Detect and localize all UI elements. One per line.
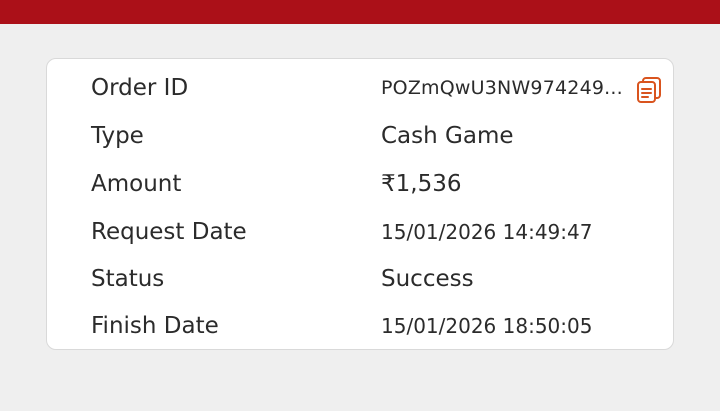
status-value: Success <box>381 266 474 292</box>
request-date-row: Request Date 15/01/2026 14:49:47 <box>47 208 673 256</box>
status-label: Status <box>91 266 165 292</box>
order-id-value: POZmQwU3NW974249... <box>381 77 623 99</box>
copy-icon[interactable] <box>635 76 663 104</box>
request-date-label: Request Date <box>91 219 247 245</box>
request-date-value: 15/01/2026 14:49:47 <box>381 220 593 244</box>
type-label: Type <box>91 123 144 149</box>
finish-date-value: 15/01/2026 18:50:05 <box>381 314 593 338</box>
amount-row: Amount ₹1,536 <box>47 160 673 208</box>
finish-date-row: Finish Date 15/01/2026 18:50:05 <box>47 302 673 350</box>
type-value: Cash Game <box>381 123 514 149</box>
amount-value: ₹1,536 <box>381 171 462 197</box>
order-id-row: Order ID POZmQwU3NW974249... <box>47 64 673 112</box>
order-id-label: Order ID <box>91 75 189 101</box>
status-row: Status Success <box>47 255 673 303</box>
type-row: Type Cash Game <box>47 112 673 160</box>
amount-label: Amount <box>91 171 182 197</box>
order-details-card: Order ID POZmQwU3NW974249... Type Cash G… <box>46 58 674 350</box>
top-app-bar <box>0 0 720 24</box>
finish-date-label: Finish Date <box>91 313 219 339</box>
